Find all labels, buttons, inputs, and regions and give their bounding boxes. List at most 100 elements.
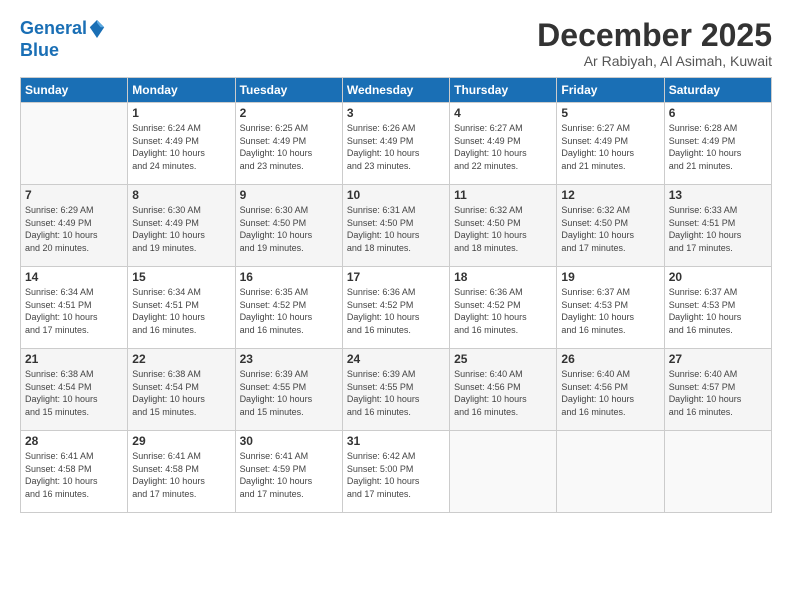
day-number: 19 (561, 270, 659, 284)
calendar-table: SundayMondayTuesdayWednesdayThursdayFrid… (20, 77, 772, 513)
calendar-cell: 28 Sunrise: 6:41 AM Sunset: 4:58 PM Dayli… (21, 431, 128, 513)
day-info: Sunrise: 6:38 AM Sunset: 4:54 PM Dayligh… (132, 368, 230, 418)
calendar-header-row: SundayMondayTuesdayWednesdayThursdayFrid… (21, 78, 772, 103)
day-info: Sunrise: 6:36 AM Sunset: 4:52 PM Dayligh… (347, 286, 445, 336)
calendar-cell: 2 Sunrise: 6:25 AM Sunset: 4:49 PM Daylig… (235, 103, 342, 185)
day-header-monday: Monday (128, 78, 235, 103)
day-info: Sunrise: 6:29 AM Sunset: 4:49 PM Dayligh… (25, 204, 123, 254)
calendar-cell (664, 431, 771, 513)
calendar-cell (21, 103, 128, 185)
day-number: 7 (25, 188, 123, 202)
calendar-week-2: 7 Sunrise: 6:29 AM Sunset: 4:49 PM Daylig… (21, 185, 772, 267)
day-number: 3 (347, 106, 445, 120)
day-number: 1 (132, 106, 230, 120)
logo: General Blue (20, 18, 107, 61)
day-number: 26 (561, 352, 659, 366)
title-area: December 2025 Ar Rabiyah, Al Asimah, Kuw… (537, 18, 772, 69)
logo-blue: Blue (20, 40, 107, 61)
day-info: Sunrise: 6:41 AM Sunset: 4:59 PM Dayligh… (240, 450, 338, 500)
day-number: 8 (132, 188, 230, 202)
day-number: 27 (669, 352, 767, 366)
calendar-cell: 13Sunrise: 6:33 AM Sunset: 4:51 PM Dayli… (664, 185, 771, 267)
day-number: 17 (347, 270, 445, 284)
day-number: 28 (25, 434, 123, 448)
location-subtitle: Ar Rabiyah, Al Asimah, Kuwait (537, 53, 772, 69)
day-number: 22 (132, 352, 230, 366)
calendar-cell: 1Sunrise: 6:24 AM Sunset: 4:49 PM Daylig… (128, 103, 235, 185)
calendar-cell: 21 Sunrise: 6:38 AM Sunset: 4:54 PM Dayli… (21, 349, 128, 431)
calendar-cell: 10Sunrise: 6:31 AM Sunset: 4:50 PM Dayli… (342, 185, 449, 267)
calendar-cell: 27Sunrise: 6:40 AM Sunset: 4:57 PM Dayli… (664, 349, 771, 431)
day-info: Sunrise: 6:39 AM Sunset: 4:55 PM Dayligh… (347, 368, 445, 418)
day-number: 11 (454, 188, 552, 202)
calendar-cell: 14 Sunrise: 6:34 AM Sunset: 4:51 PM Dayli… (21, 267, 128, 349)
day-info: Sunrise: 6:28 AM Sunset: 4:49 PM Dayligh… (669, 122, 767, 172)
day-info: Sunrise: 6:37 AM Sunset: 4:53 PM Dayligh… (561, 286, 659, 336)
day-number: 4 (454, 106, 552, 120)
day-number: 16 (240, 270, 338, 284)
calendar-cell (450, 431, 557, 513)
day-number: 20 (669, 270, 767, 284)
month-title: December 2025 (537, 18, 772, 53)
calendar-cell: 9 Sunrise: 6:30 AM Sunset: 4:50 PM Daylig… (235, 185, 342, 267)
day-info: Sunrise: 6:39 AM Sunset: 4:55 PM Dayligh… (240, 368, 338, 418)
day-header-wednesday: Wednesday (342, 78, 449, 103)
calendar-cell: 19 Sunrise: 6:37 AM Sunset: 4:53 PM Dayli… (557, 267, 664, 349)
day-info: Sunrise: 6:34 AM Sunset: 4:51 PM Dayligh… (25, 286, 123, 336)
calendar-cell: 18Sunrise: 6:36 AM Sunset: 4:52 PM Dayli… (450, 267, 557, 349)
day-header-saturday: Saturday (664, 78, 771, 103)
day-info: Sunrise: 6:32 AM Sunset: 4:50 PM Dayligh… (561, 204, 659, 254)
day-info: Sunrise: 6:38 AM Sunset: 4:54 PM Dayligh… (25, 368, 123, 418)
calendar-cell: 20 Sunrise: 6:37 AM Sunset: 4:53 PM Dayli… (664, 267, 771, 349)
day-info: Sunrise: 6:41 AM Sunset: 4:58 PM Dayligh… (132, 450, 230, 500)
day-info: Sunrise: 6:30 AM Sunset: 4:49 PM Dayligh… (132, 204, 230, 254)
calendar-cell: 3 Sunrise: 6:26 AM Sunset: 4:49 PM Daylig… (342, 103, 449, 185)
calendar-week-5: 28 Sunrise: 6:41 AM Sunset: 4:58 PM Dayli… (21, 431, 772, 513)
header: General Blue December 2025 Ar Rabiyah, A… (20, 18, 772, 69)
calendar-cell: 11 Sunrise: 6:32 AM Sunset: 4:50 PM Dayli… (450, 185, 557, 267)
day-info: Sunrise: 6:40 AM Sunset: 4:56 PM Dayligh… (454, 368, 552, 418)
day-info: Sunrise: 6:36 AM Sunset: 4:52 PM Dayligh… (454, 286, 552, 336)
day-number: 29 (132, 434, 230, 448)
calendar-cell: 8 Sunrise: 6:30 AM Sunset: 4:49 PM Daylig… (128, 185, 235, 267)
day-number: 25 (454, 352, 552, 366)
day-info: Sunrise: 6:30 AM Sunset: 4:50 PM Dayligh… (240, 204, 338, 254)
calendar-cell: 7 Sunrise: 6:29 AM Sunset: 4:49 PM Daylig… (21, 185, 128, 267)
day-number: 6 (669, 106, 767, 120)
day-info: Sunrise: 6:32 AM Sunset: 4:50 PM Dayligh… (454, 204, 552, 254)
calendar-cell: 15Sunrise: 6:34 AM Sunset: 4:51 PM Dayli… (128, 267, 235, 349)
calendar-cell: 16 Sunrise: 6:35 AM Sunset: 4:52 PM Dayli… (235, 267, 342, 349)
day-info: Sunrise: 6:26 AM Sunset: 4:49 PM Dayligh… (347, 122, 445, 172)
day-header-sunday: Sunday (21, 78, 128, 103)
calendar-week-4: 21 Sunrise: 6:38 AM Sunset: 4:54 PM Dayli… (21, 349, 772, 431)
day-number: 21 (25, 352, 123, 366)
calendar-cell: 31Sunrise: 6:42 AM Sunset: 5:00 PM Dayli… (342, 431, 449, 513)
day-info: Sunrise: 6:27 AM Sunset: 4:49 PM Dayligh… (561, 122, 659, 172)
calendar-cell: 5 Sunrise: 6:27 AM Sunset: 4:49 PM Daylig… (557, 103, 664, 185)
day-info: Sunrise: 6:35 AM Sunset: 4:52 PM Dayligh… (240, 286, 338, 336)
day-info: Sunrise: 6:40 AM Sunset: 4:56 PM Dayligh… (561, 368, 659, 418)
day-number: 9 (240, 188, 338, 202)
day-number: 5 (561, 106, 659, 120)
day-header-tuesday: Tuesday (235, 78, 342, 103)
calendar-cell: 30Sunrise: 6:41 AM Sunset: 4:59 PM Dayli… (235, 431, 342, 513)
calendar-cell: 23Sunrise: 6:39 AM Sunset: 4:55 PM Dayli… (235, 349, 342, 431)
day-info: Sunrise: 6:41 AM Sunset: 4:58 PM Dayligh… (25, 450, 123, 500)
calendar-cell: 12 Sunrise: 6:32 AM Sunset: 4:50 PM Dayli… (557, 185, 664, 267)
calendar-week-3: 14 Sunrise: 6:34 AM Sunset: 4:51 PM Dayli… (21, 267, 772, 349)
calendar-cell (557, 431, 664, 513)
day-header-friday: Friday (557, 78, 664, 103)
calendar-cell: 22 Sunrise: 6:38 AM Sunset: 4:54 PM Dayli… (128, 349, 235, 431)
day-number: 2 (240, 106, 338, 120)
calendar-cell: 4Sunrise: 6:27 AM Sunset: 4:49 PM Daylig… (450, 103, 557, 185)
calendar-cell: 6 Sunrise: 6:28 AM Sunset: 4:49 PM Daylig… (664, 103, 771, 185)
day-info: Sunrise: 6:25 AM Sunset: 4:49 PM Dayligh… (240, 122, 338, 172)
day-number: 12 (561, 188, 659, 202)
day-info: Sunrise: 6:37 AM Sunset: 4:53 PM Dayligh… (669, 286, 767, 336)
day-info: Sunrise: 6:33 AM Sunset: 4:51 PM Dayligh… (669, 204, 767, 254)
calendar-week-1: 1Sunrise: 6:24 AM Sunset: 4:49 PM Daylig… (21, 103, 772, 185)
day-number: 15 (132, 270, 230, 284)
day-number: 14 (25, 270, 123, 284)
logo-text: General (20, 18, 107, 40)
day-number: 10 (347, 188, 445, 202)
